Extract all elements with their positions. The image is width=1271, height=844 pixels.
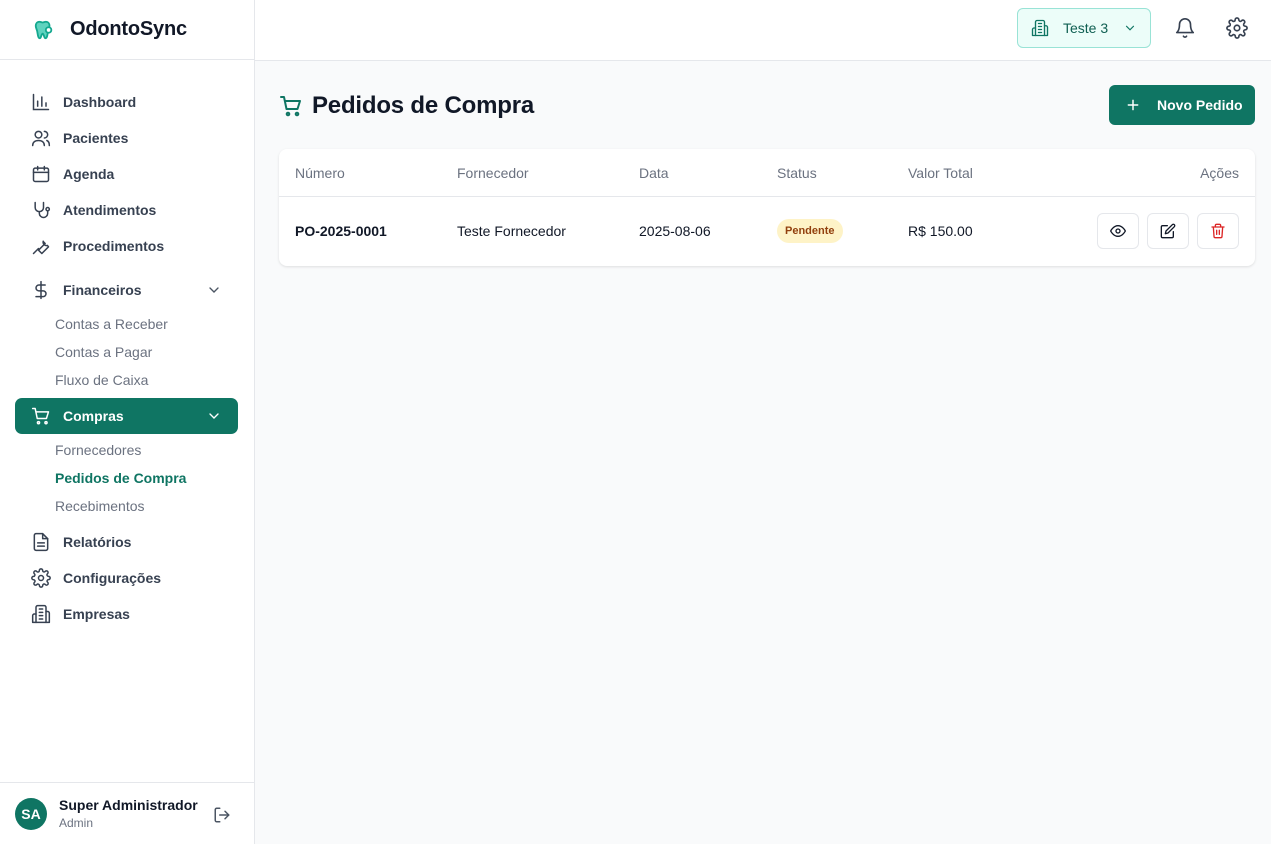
company-select[interactable]: Teste 3: [1017, 8, 1151, 48]
sidebar-item-label: Atendimentos: [63, 202, 157, 218]
cell-fornecedor: Teste Fornecedor: [457, 223, 566, 239]
sidebar-item-label: Procedimentos: [63, 238, 165, 254]
compras-submenu: Fornecedores Pedidos de Compra Recebimen…: [0, 434, 254, 524]
wrench-icon: [31, 236, 51, 256]
sidebar-item-agenda[interactable]: Agenda: [15, 156, 238, 192]
cart-icon: [31, 406, 51, 426]
sidebar: OdontoSync Dashboard Pacientes Agenda At…: [0, 0, 255, 844]
user-info: Super Administrador Admin: [59, 797, 198, 830]
sidebar-item-empresas[interactable]: Empresas: [15, 596, 238, 632]
sidebar-item-financeiros[interactable]: Financeiros: [15, 272, 238, 308]
chart-bar-icon: [31, 92, 51, 112]
submenu-item-recebimentos[interactable]: Recebimentos: [0, 492, 254, 520]
users-icon: [31, 128, 51, 148]
edit-button[interactable]: [1147, 213, 1189, 249]
submenu-item-contas-receber[interactable]: Contas a Receber: [0, 310, 254, 338]
sidebar-item-configuracoes[interactable]: Configurações: [15, 560, 238, 596]
page-title-text: Pedidos de Compra: [312, 92, 534, 119]
column-header-data: Data: [639, 165, 669, 181]
eye-icon: [1110, 223, 1126, 239]
user-panel: SA Super Administrador Admin: [0, 782, 254, 844]
cell-data: 2025-08-06: [639, 223, 711, 239]
logout-icon[interactable]: [213, 806, 231, 824]
trash-icon: [1210, 223, 1226, 239]
cell-valor: R$ 150.00: [908, 223, 973, 239]
view-button[interactable]: [1097, 213, 1139, 249]
plus-icon: [1126, 98, 1140, 112]
sidebar-item-label: Agenda: [63, 166, 115, 182]
settings-gear-icon[interactable]: [1226, 17, 1248, 39]
delete-button[interactable]: [1197, 213, 1239, 249]
orders-table: Número Fornecedor Data Status Valor Tota…: [279, 149, 1255, 266]
new-order-button-label: Novo Pedido: [1157, 97, 1243, 113]
status-badge: Pendente: [777, 219, 843, 243]
dollar-icon: [31, 280, 51, 300]
gear-icon: [31, 568, 51, 588]
table-row: PO-2025-0001 Teste Fornecedor 2025-08-06…: [279, 197, 1255, 265]
sidebar-item-label: Pacientes: [63, 130, 129, 146]
edit-icon: [1160, 223, 1176, 239]
submenu-item-fluxo-caixa[interactable]: Fluxo de Caixa: [0, 366, 254, 394]
column-header-acoes: Ações: [1200, 165, 1239, 181]
chevron-down-icon: [206, 282, 222, 298]
chevron-down-icon: [1123, 21, 1137, 35]
page-title: Pedidos de Compra: [279, 92, 534, 120]
submenu-item-pedidos-compra[interactable]: Pedidos de Compra: [0, 464, 254, 492]
calendar-icon: [31, 164, 51, 184]
app-name: OdontoSync: [70, 18, 187, 40]
bell-icon[interactable]: [1174, 17, 1196, 39]
cell-numero: PO-2025-0001: [295, 223, 387, 239]
main-nav: Dashboard Pacientes Agenda Atendimentos …: [0, 60, 254, 632]
chevron-down-icon: [206, 408, 222, 424]
column-header-valor: Valor Total: [908, 165, 973, 181]
building-icon: [1031, 19, 1049, 37]
sidebar-item-compras[interactable]: Compras: [15, 398, 238, 434]
sidebar-item-label: Configurações: [63, 570, 162, 586]
stethoscope-icon: [31, 200, 51, 220]
submenu-item-fornecedores[interactable]: Fornecedores: [0, 436, 254, 464]
sidebar-item-dashboard[interactable]: Dashboard: [15, 84, 238, 120]
column-header-fornecedor: Fornecedor: [457, 165, 529, 181]
column-header-numero: Número: [295, 165, 345, 181]
sidebar-item-label: Financeiros: [63, 282, 142, 298]
column-header-status: Status: [777, 165, 817, 181]
cart-icon: [279, 94, 303, 118]
sidebar-item-label: Relatórios: [63, 534, 132, 550]
submenu-item-contas-pagar[interactable]: Contas a Pagar: [0, 338, 254, 366]
topbar: Teste 3: [255, 0, 1271, 61]
sidebar-item-procedimentos[interactable]: Procedimentos: [15, 228, 238, 264]
user-role: Admin: [59, 816, 94, 830]
company-select-value: Teste 3: [1063, 20, 1109, 36]
sidebar-item-label: Empresas: [63, 606, 130, 622]
user-name: Super Administrador: [59, 797, 198, 813]
sidebar-item-relatorios[interactable]: Relatórios: [15, 524, 238, 560]
table-header: Número Fornecedor Data Status Valor Tota…: [279, 149, 1255, 197]
sidebar-item-atendimentos[interactable]: Atendimentos: [15, 192, 238, 228]
new-order-button[interactable]: Novo Pedido: [1109, 85, 1255, 125]
avatar[interactable]: SA: [15, 797, 47, 830]
sidebar-item-label: Compras: [63, 408, 124, 424]
tooth-logo-icon: [32, 18, 56, 42]
brand[interactable]: OdontoSync: [0, 0, 254, 60]
document-icon: [31, 532, 51, 552]
building-icon: [31, 604, 51, 624]
sidebar-item-label: Dashboard: [63, 94, 137, 110]
financeiros-submenu: Contas a Receber Contas a Pagar Fluxo de…: [0, 308, 254, 398]
sidebar-item-pacientes[interactable]: Pacientes: [15, 120, 238, 156]
